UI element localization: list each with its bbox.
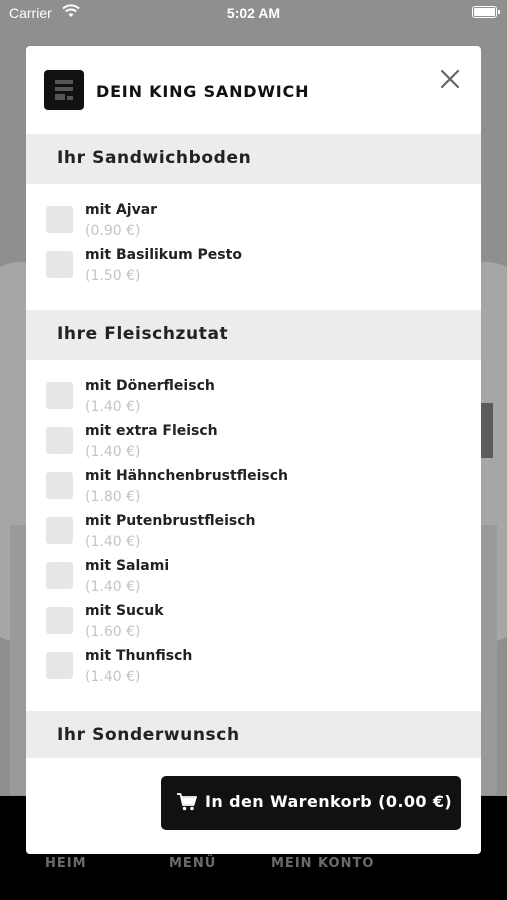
option-item[interactable]: mit Ajvar (0.90 €) [26, 200, 481, 245]
option-name: mit extra Fleisch [85, 423, 218, 439]
shopping-cart-icon [177, 793, 197, 815]
tab-menu[interactable]: MENÜ [169, 856, 216, 871]
option-name: mit Salami [85, 558, 170, 574]
option-item[interactable]: mit Thunfisch (1.40 €) [26, 646, 481, 691]
close-icon[interactable] [439, 68, 461, 90]
options-list-fleischzutat: mit Dönerfleisch (1.40 €) mit extra Flei… [26, 360, 481, 711]
options-list-sandwichboden: mit Ajvar (0.90 €) mit Basilikum Pesto (… [26, 184, 481, 310]
option-checkbox[interactable] [46, 517, 73, 544]
option-price: (1.60 €) [85, 624, 141, 640]
option-item[interactable]: mit Sucuk (1.60 €) [26, 601, 481, 646]
option-price: (1.40 €) [85, 444, 141, 460]
section-header-sandwichboden: Ihr Sandwichboden [26, 134, 481, 184]
app-screen: Carrier 5:02 AM HEIM MENÜ MEIN KONTO DEI… [0, 0, 507, 900]
section-header-sonderwunsch: Ihr Sonderwunsch [26, 711, 481, 761]
option-price: (1.40 €) [85, 669, 141, 685]
option-price: (1.40 €) [85, 579, 141, 595]
tab-home[interactable]: HEIM [45, 856, 87, 871]
clock: 5:02 AM [226, 5, 281, 21]
option-item[interactable]: mit extra Fleisch (1.40 €) [26, 421, 481, 466]
modal-title: DEIN KING SANDWICH [96, 82, 310, 101]
option-name: mit Putenbrustfleisch [85, 513, 256, 529]
option-checkbox[interactable] [46, 427, 73, 454]
add-to-cart-label: In den Warenkorb (0.00 €) [205, 792, 453, 811]
battery-icon [472, 6, 500, 18]
option-price: (0.90 €) [85, 223, 141, 239]
option-item[interactable]: mit Hähnchenbrustfleisch (1.80 €) [26, 466, 481, 511]
option-checkbox[interactable] [46, 472, 73, 499]
option-name: mit Thunfisch [85, 648, 193, 664]
option-price: (1.80 €) [85, 489, 141, 505]
option-name: mit Dönerfleisch [85, 378, 215, 394]
option-item[interactable]: mit Salami (1.40 €) [26, 556, 481, 601]
status-bar: Carrier 5:02 AM [0, 0, 507, 28]
option-name: mit Hähnchenbrustfleisch [85, 468, 288, 484]
option-checkbox[interactable] [46, 607, 73, 634]
option-checkbox[interactable] [46, 206, 73, 233]
option-name: mit Ajvar [85, 202, 158, 218]
section-header-fleischzutat: Ihre Fleischzutat [26, 310, 481, 360]
option-price: (1.40 €) [85, 399, 141, 415]
add-to-cart-button[interactable]: In den Warenkorb (0.00 €) [161, 776, 461, 830]
cart-button-area: In den Warenkorb (0.00 €) [26, 758, 481, 854]
option-price: (1.50 €) [85, 268, 141, 284]
option-item[interactable]: mit Dönerfleisch (1.40 €) [26, 376, 481, 421]
option-name: mit Sucuk [85, 603, 164, 619]
restaurant-logo-icon [44, 70, 84, 110]
option-name: mit Basilikum Pesto [85, 247, 242, 263]
option-checkbox[interactable] [46, 562, 73, 589]
option-checkbox[interactable] [46, 652, 73, 679]
option-price: (1.40 €) [85, 534, 141, 550]
product-options-modal: DEIN KING SANDWICH Ihr Sandwichboden mit… [26, 46, 481, 854]
option-checkbox[interactable] [46, 251, 73, 278]
option-checkbox[interactable] [46, 382, 73, 409]
option-item[interactable]: mit Basilikum Pesto (1.50 €) [26, 245, 481, 290]
tab-my-account[interactable]: MEIN KONTO [271, 856, 374, 871]
modal-header: DEIN KING SANDWICH [26, 46, 481, 134]
option-item[interactable]: mit Putenbrustfleisch (1.40 €) [26, 511, 481, 556]
